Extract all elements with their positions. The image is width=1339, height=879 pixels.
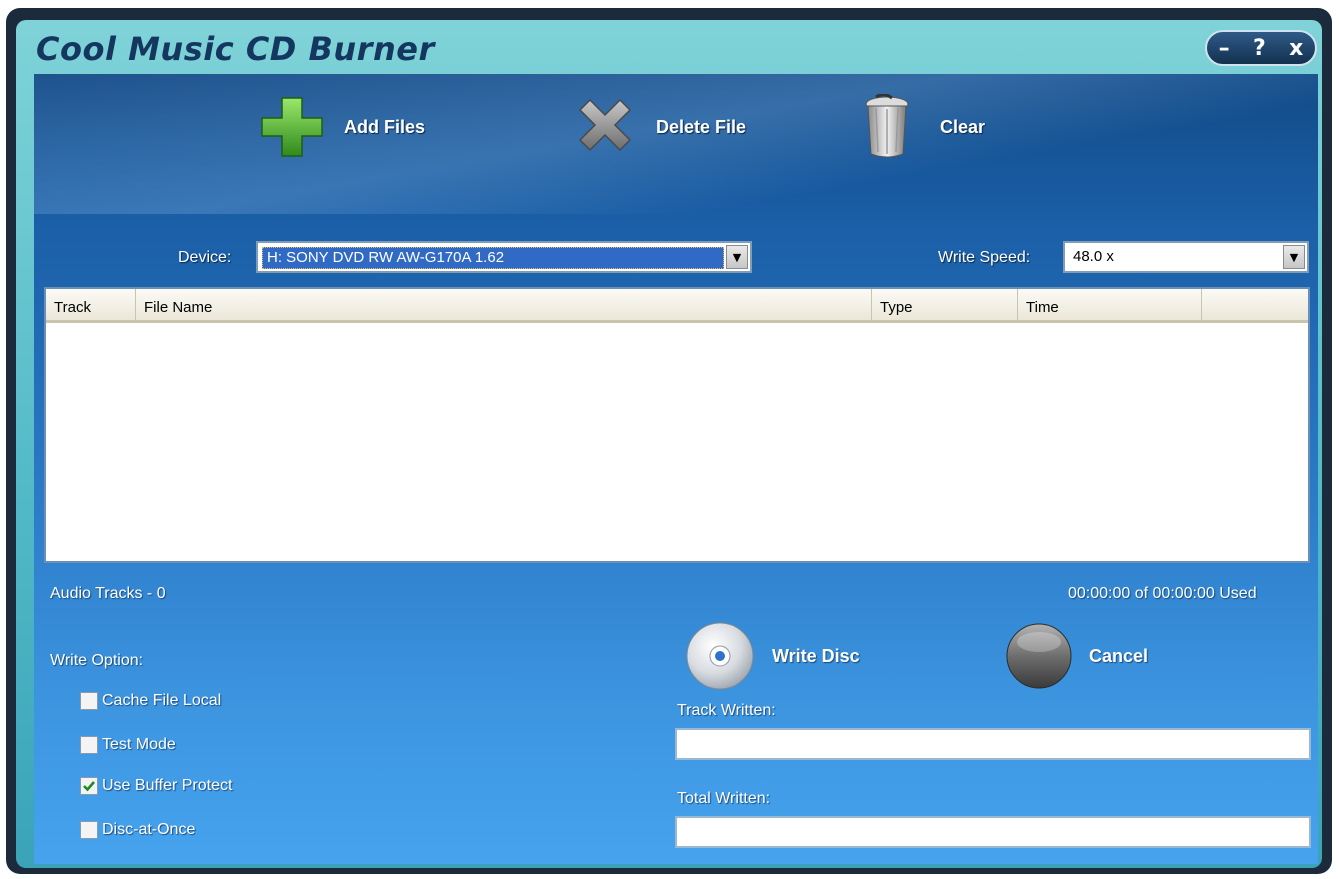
test-mode-checkbox[interactable]: Test Mode <box>80 736 176 754</box>
checkbox-label: Use Buffer Protect <box>102 777 233 794</box>
track-written-progress <box>675 728 1311 760</box>
checkbox-box <box>80 777 98 795</box>
write-option-label: Write Option: <box>50 652 144 669</box>
clear-label: Clear <box>940 116 986 137</box>
close-button[interactable]: x <box>1289 36 1303 61</box>
column-header-type[interactable]: Type <box>872 289 1018 320</box>
delete-file-button[interactable]: Delete File <box>570 92 746 162</box>
window-title: Cool Music CD Burner <box>36 30 435 68</box>
checkbox-label: Test Mode <box>102 736 176 753</box>
add-files-label: Add Files <box>344 116 426 137</box>
clear-button[interactable]: Clear <box>856 92 985 162</box>
cache-file-local-checkbox[interactable]: Cache File Local <box>80 692 221 710</box>
delete-x-icon <box>570 92 640 162</box>
chevron-down-icon[interactable]: ▼ <box>726 245 748 269</box>
delete-file-label: Delete File <box>656 116 747 137</box>
total-written-label: Total Written: <box>677 790 771 807</box>
device-label: Device: <box>178 249 232 266</box>
trash-can-icon <box>856 92 918 162</box>
column-header-filler <box>1202 289 1308 320</box>
tracks-table[interactable]: Track File Name Type Time <box>44 287 1310 563</box>
add-files-button[interactable]: Add Files <box>258 92 425 162</box>
column-header-track[interactable]: Track <box>46 289 136 320</box>
help-button[interactable]: ? <box>1253 36 1266 61</box>
minimize-button[interactable]: – <box>1219 36 1230 61</box>
checkbox-box <box>80 821 98 839</box>
write-speed-value: 48.0 x <box>1073 248 1114 265</box>
column-header-file-name[interactable]: File Name <box>136 289 872 320</box>
total-written-progress <box>675 816 1311 848</box>
track-written-label: Track Written: <box>677 702 776 719</box>
device-select-value: H: SONY DVD RW AW-G170A 1.62 <box>262 247 724 269</box>
column-header-time[interactable]: Time <box>1018 289 1202 320</box>
write-speed-select[interactable]: 48.0 x ▼ <box>1063 241 1309 273</box>
audio-tracks-count: Audio Tracks - 0 <box>50 585 166 602</box>
window-controls: – ? x <box>1205 30 1317 66</box>
chevron-down-icon[interactable]: ▼ <box>1283 245 1305 269</box>
checkbox-label: Cache File Local <box>102 692 222 709</box>
disc-usage: 00:00:00 of 00:00:00 Used <box>1068 585 1257 602</box>
write-disc-button[interactable]: Write Disc <box>684 620 860 692</box>
plus-icon <box>258 92 328 162</box>
disc-icon <box>686 622 754 690</box>
checkbox-box <box>80 736 98 754</box>
checkmark-icon <box>83 781 95 792</box>
checkbox-label: Disc-at-Once <box>102 821 196 838</box>
use-buffer-protect-checkbox[interactable]: Use Buffer Protect <box>80 777 232 795</box>
disc-at-once-checkbox[interactable]: Disc-at-Once <box>80 821 195 839</box>
checkbox-box <box>80 692 98 710</box>
device-select[interactable]: H: SONY DVD RW AW-G170A 1.62 ▼ <box>256 241 752 273</box>
write-speed-label: Write Speed: <box>938 249 1031 266</box>
cancel-button[interactable]: Cancel <box>1005 622 1148 690</box>
cancel-label: Cancel <box>1089 645 1149 666</box>
tracks-table-header: Track File Name Type Time <box>46 289 1308 323</box>
write-disc-label: Write Disc <box>772 645 860 666</box>
cancel-orb-icon <box>1006 623 1072 689</box>
